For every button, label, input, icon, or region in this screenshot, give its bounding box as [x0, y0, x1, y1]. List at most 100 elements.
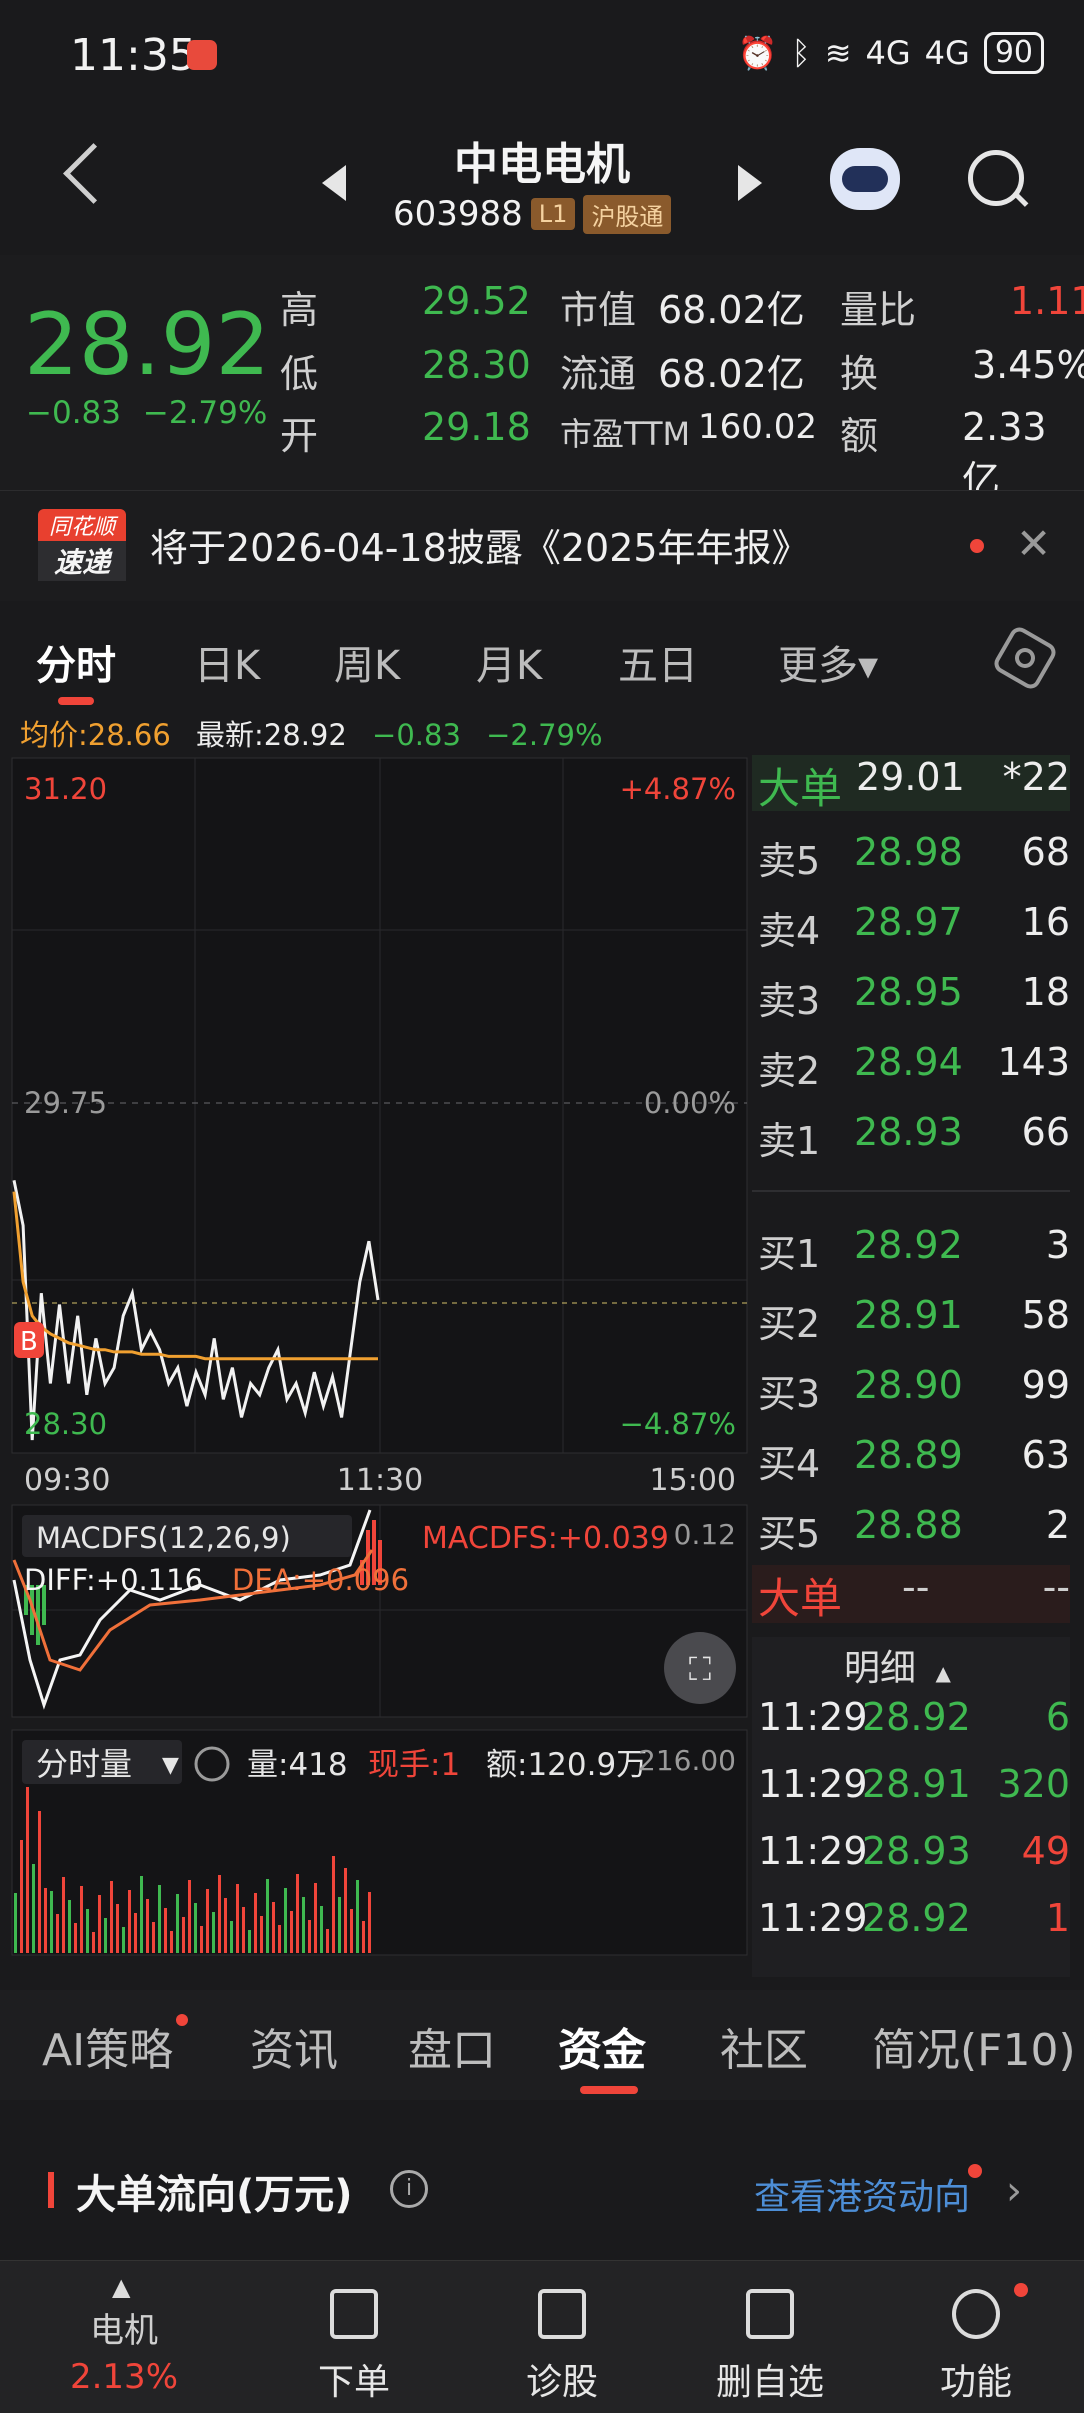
- volume-bar: [242, 1907, 245, 1953]
- diagnose-icon: [538, 2289, 586, 2339]
- bid-volume: 3: [1045, 1223, 1070, 1267]
- diagnose-button[interactable]: 诊股: [454, 2261, 670, 2413]
- tab-f10[interactable]: 简况(F10): [872, 2014, 1076, 2078]
- sector-button[interactable]: ▲ 电机 2.13%: [16, 2261, 232, 2413]
- bid-row[interactable]: 买3 28.90 99: [752, 1363, 1070, 1425]
- ai-strategy-dot-icon: [176, 2014, 188, 2026]
- chevron-right-icon[interactable]: ›: [1006, 2168, 1022, 2214]
- bid-row[interactable]: 买2 28.91 58: [752, 1293, 1070, 1355]
- mcap-label: 市值: [560, 288, 637, 332]
- tab-daily-k[interactable]: 日K: [194, 633, 260, 691]
- link-dot-icon: [968, 2164, 982, 2178]
- ask-row[interactable]: 卖5 28.98 68: [752, 830, 1070, 892]
- big-order-label: 大单: [758, 764, 843, 813]
- volume-bar: [158, 1885, 161, 1953]
- info-icon[interactable]: i: [390, 2170, 428, 2208]
- ask-row[interactable]: 卖4 28.97 16: [752, 900, 1070, 962]
- detail-title[interactable]: 明细 ▲: [844, 1639, 951, 1691]
- intraday-chart[interactable]: 31.20 +4.87% 29.75 0.00% 28.30 −4.87% B …: [0, 745, 752, 1960]
- tab-weekly-k[interactable]: 周K: [334, 633, 400, 691]
- bid-row[interactable]: 买4 28.89 63: [752, 1433, 1070, 1495]
- volume-bar: [74, 1923, 77, 1953]
- bid-row[interactable]: 买5 28.88 2: [752, 1503, 1070, 1565]
- bid-label: 买2: [758, 1302, 821, 1346]
- close-icon[interactable]: ✕: [1016, 519, 1051, 568]
- x-mid-label: 11:30: [337, 1463, 423, 1498]
- ai-assistant-icon[interactable]: [830, 148, 900, 210]
- tick-row: 11:29 28.93 49: [752, 1829, 1070, 1891]
- volume-ratio-label: 量比: [840, 288, 917, 332]
- notice-banner[interactable]: 同花顺 速递 将于2026-04-18披露《2025年年报》 ✕: [0, 490, 1084, 601]
- tick-time: 11:29: [758, 1896, 868, 1940]
- order-label: 下单: [317, 2362, 390, 2403]
- volume-bar: [68, 1900, 71, 1953]
- low-label: 低: [280, 352, 319, 396]
- function-button[interactable]: 功能: [868, 2261, 1084, 2413]
- tab-five-day[interactable]: 五日: [618, 633, 698, 691]
- status-icons: ⏰ ᛒ ≋ 4G 4G 90: [738, 32, 1044, 74]
- tab-monthly-k[interactable]: 月K: [476, 633, 542, 691]
- ask-volume: 143: [997, 1040, 1070, 1084]
- remove-watchlist-button[interactable]: 删自选: [662, 2261, 878, 2413]
- tab-ai-strategy[interactable]: AI策略: [42, 2014, 173, 2078]
- btab-active-indicator: [580, 2086, 638, 2094]
- bid-volume: 2: [1045, 1503, 1070, 1547]
- settings-icon[interactable]: [990, 623, 1060, 693]
- ask-row[interactable]: 卖2 28.94 143: [752, 1040, 1070, 1102]
- caret-up-icon: ▲: [112, 2273, 131, 2301]
- volume-bar: [164, 1908, 167, 1953]
- change-percent: −2.79%: [142, 395, 268, 431]
- battery-icon: 90: [983, 32, 1044, 74]
- volume-bar: [116, 1904, 119, 1953]
- tab-intraday[interactable]: 分时: [36, 633, 116, 691]
- ask-label: 卖4: [758, 909, 821, 953]
- tab-news[interactable]: 资讯: [250, 2014, 338, 2078]
- volume-bar: [224, 1898, 227, 1953]
- alarm-icon: ⏰: [737, 34, 778, 72]
- next-stock-icon[interactable]: [738, 165, 762, 201]
- ask-price: 28.98: [854, 830, 963, 874]
- big-order-b: --: [1042, 1565, 1070, 1609]
- hk-capital-link[interactable]: 查看港资动向: [754, 2168, 970, 2220]
- bid-row[interactable]: 买1 28.92 3: [752, 1223, 1070, 1285]
- big-order-price: 29.01: [856, 755, 965, 799]
- big-order-flow-section: 大单流向(万元) i 查看港资动向 ›: [0, 2110, 1084, 2260]
- volume-bar: [134, 1913, 137, 1953]
- dea-value: DEA:+0.096: [232, 1563, 409, 1597]
- tab-capital[interactable]: 资金: [558, 2014, 646, 2078]
- level-tag: L1: [530, 198, 576, 230]
- volume-bar: [320, 1906, 323, 1953]
- tab-community[interactable]: 社区: [720, 2014, 808, 2078]
- order-button[interactable]: 下单: [246, 2261, 462, 2413]
- volume-bar: [182, 1917, 185, 1953]
- volume-indicator-title[interactable]: 分时量: [36, 1745, 132, 1783]
- volume-bar: [296, 1874, 299, 1953]
- volume-dropdown-icon: ▼: [162, 1753, 179, 1778]
- badge-bottom-text: 速递: [38, 541, 126, 581]
- search-icon[interactable]: [968, 150, 1024, 206]
- bottom-toolbar: ▲ 电机 2.13% 下单 诊股 删自选 功能: [0, 2260, 1084, 2413]
- volume-bar: [80, 1886, 83, 1953]
- tab-handicap[interactable]: 盘口: [408, 2014, 496, 2078]
- bid-label: 买3: [758, 1372, 821, 1416]
- ask-volume: 18: [1021, 970, 1070, 1014]
- macd-value: MACDFS:+0.039: [422, 1521, 669, 1556]
- x-start-label: 09:30: [24, 1463, 110, 1498]
- volume-bar: [314, 1883, 317, 1953]
- ask-price: 28.95: [854, 970, 963, 1014]
- bid-price: 28.91: [854, 1293, 963, 1337]
- tick-volume: 320: [997, 1762, 1070, 1806]
- stock-code: 603988: [393, 194, 523, 234]
- high-label: 高: [280, 288, 319, 332]
- macd-title[interactable]: MACDFS(12,26,9): [36, 1521, 291, 1555]
- volume-bar: [20, 1840, 23, 1953]
- ask-row[interactable]: 卖1 28.93 66: [752, 1110, 1070, 1172]
- tab-more[interactable]: 更多▾: [778, 633, 878, 691]
- big-order-volume: *22: [1002, 755, 1070, 799]
- volume-bar: [362, 1921, 365, 1953]
- bid-label: 买4: [758, 1442, 821, 1486]
- ask-row[interactable]: 卖3 28.95 18: [752, 970, 1070, 1032]
- tick-time: 11:29: [758, 1695, 868, 1739]
- tab-active-indicator: [58, 697, 94, 705]
- volume-bar: [26, 1787, 29, 1953]
